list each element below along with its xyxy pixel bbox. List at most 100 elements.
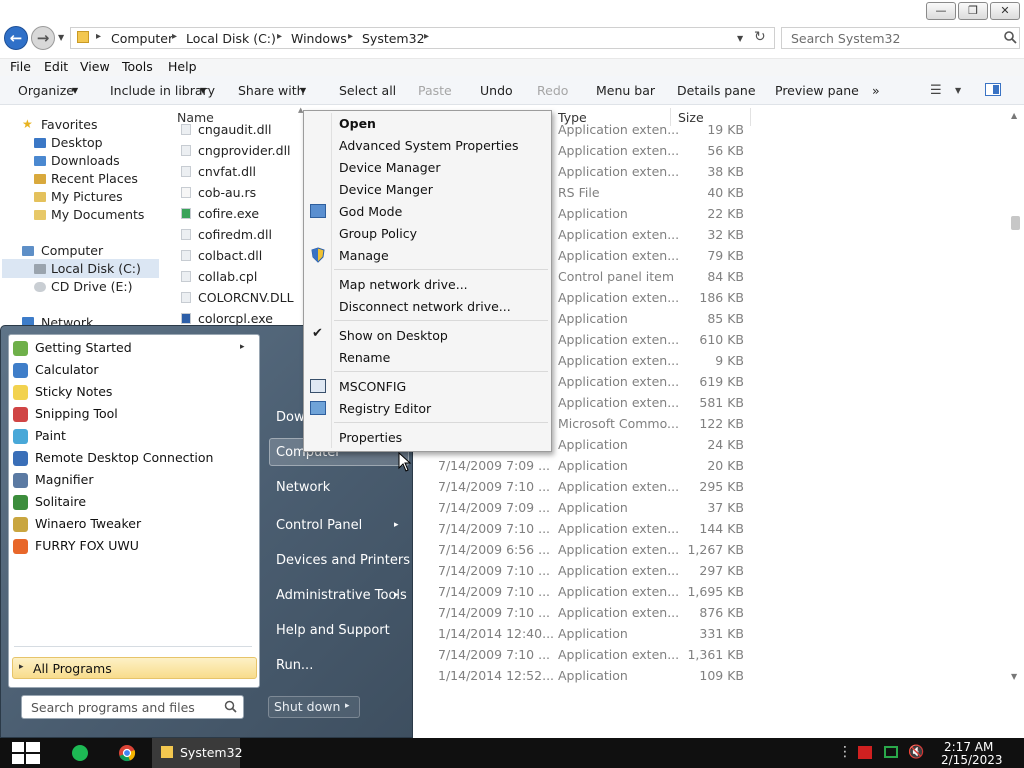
- ctx-device-manger[interactable]: Device Manger: [339, 182, 433, 197]
- pinned-program-item[interactable]: Solitaire: [35, 494, 86, 509]
- clock-date[interactable]: 2/15/2023: [941, 753, 1003, 767]
- refresh-icon[interactable]: ↻: [754, 29, 766, 45]
- ctx-map-network-drive[interactable]: Map network drive...: [339, 277, 468, 292]
- pinned-program-item[interactable]: Sticky Notes: [35, 384, 112, 399]
- ctx-manage[interactable]: Manage: [339, 248, 389, 263]
- program-icon: [13, 495, 28, 510]
- details-pane-button[interactable]: Details pane: [677, 83, 756, 98]
- file-type: Application: [558, 311, 628, 326]
- breadcrumb-computer[interactable]: Computer: [111, 31, 173, 46]
- menu-file[interactable]: File: [10, 59, 31, 74]
- ctx-advanced-system-properties[interactable]: Advanced System Properties: [339, 138, 518, 153]
- vertical-scrollbar[interactable]: [1008, 110, 1024, 685]
- ctx-group-policy[interactable]: Group Policy: [339, 226, 417, 241]
- nav-desktop[interactable]: Desktop: [51, 135, 103, 150]
- undo-button[interactable]: Undo: [480, 83, 513, 98]
- start-administrative-tools[interactable]: Administrative Tools: [276, 588, 407, 603]
- nav-favorites[interactable]: Favorites: [41, 117, 97, 132]
- ctx-show-on-desktop[interactable]: Show on Desktop: [339, 328, 448, 343]
- nav-my-pictures[interactable]: My Pictures: [51, 189, 123, 204]
- scroll-up-icon[interactable]: ▲: [1011, 111, 1017, 120]
- menu-bar-button[interactable]: Menu bar: [596, 83, 655, 98]
- nav-computer[interactable]: Computer: [41, 243, 103, 258]
- scrollbar-thumb[interactable]: [1011, 216, 1020, 230]
- chevron-down-icon: ▼: [72, 86, 79, 95]
- breadcrumb-local-disk[interactable]: Local Disk (C:): [186, 31, 276, 46]
- breadcrumb-system32[interactable]: System32: [362, 31, 425, 46]
- paste-button[interactable]: Paste: [418, 83, 452, 98]
- breadcrumb-windows[interactable]: Windows: [291, 31, 347, 46]
- pinned-program-item[interactable]: Calculator: [35, 362, 98, 377]
- file-type: Application exten...: [558, 395, 680, 410]
- menu-view[interactable]: View: [80, 59, 110, 74]
- file-icon: [181, 208, 191, 219]
- file-size: 144 KB: [699, 521, 744, 536]
- minimize-button[interactable]: —: [926, 2, 956, 20]
- file-type: Application exten...: [558, 248, 680, 263]
- god-mode-icon: [310, 204, 326, 218]
- menu-tools[interactable]: Tools: [122, 59, 153, 74]
- back-button[interactable]: ←: [4, 26, 28, 50]
- volume-muted-icon[interactable]: 🔇: [908, 745, 924, 760]
- ctx-disconnect-network-drive[interactable]: Disconnect network drive...: [339, 299, 511, 314]
- start-button-windows-icon[interactable]: [11, 740, 41, 766]
- pinned-program-item[interactable]: Winaero Tweaker: [35, 516, 141, 531]
- forward-button[interactable]: →: [31, 26, 55, 50]
- pinned-program-item[interactable]: Remote Desktop Connection: [35, 450, 213, 465]
- chevron-right-icon[interactable]: ▸: [345, 701, 350, 711]
- shutdown-label: Shut down: [274, 699, 341, 714]
- chevron-down-icon[interactable]: ▼: [955, 86, 961, 95]
- start-network[interactable]: Network: [276, 480, 330, 495]
- start-devices-printers[interactable]: Devices and Printers: [276, 553, 410, 568]
- select-all-button[interactable]: Select all: [339, 83, 396, 98]
- file-type: Application exten...: [558, 227, 680, 242]
- close-button[interactable]: ✕: [990, 2, 1020, 20]
- redo-button[interactable]: Redo: [537, 83, 568, 98]
- pinned-program-item[interactable]: Paint: [35, 428, 66, 443]
- nav-cd-drive[interactable]: CD Drive (E:): [51, 279, 133, 294]
- pinned-program-item[interactable]: Snipping Tool: [35, 406, 118, 421]
- pinned-program-item[interactable]: Getting Started: [35, 340, 132, 355]
- pinned-program-item[interactable]: FURRY FOX UWU: [35, 538, 139, 553]
- spotify-icon[interactable]: [72, 745, 88, 761]
- preview-pane-icon[interactable]: [985, 83, 1001, 96]
- view-list-icon[interactable]: ☰: [930, 83, 942, 98]
- nav-my-documents[interactable]: My Documents: [51, 207, 144, 222]
- pinned-program-item[interactable]: Magnifier: [35, 472, 93, 487]
- search-icon[interactable]: [1003, 30, 1017, 44]
- search-icon[interactable]: [224, 700, 237, 713]
- ctx-msconfig[interactable]: MSCONFIG: [339, 379, 406, 394]
- start-run[interactable]: Run...: [276, 658, 313, 673]
- program-icon: [13, 539, 28, 554]
- more-commands-button[interactable]: »: [872, 83, 880, 98]
- nav-recent-places[interactable]: Recent Places: [51, 171, 138, 186]
- clock-time[interactable]: 2:17 AM: [944, 740, 993, 754]
- recent-pages-icon[interactable]: ▼: [58, 33, 64, 42]
- share-with-button[interactable]: Share with: [238, 83, 305, 98]
- ctx-registry-editor[interactable]: Registry Editor: [339, 401, 431, 416]
- scroll-down-icon[interactable]: ▼: [1011, 672, 1017, 681]
- action-center-flag-icon[interactable]: [858, 746, 872, 759]
- start-control-panel[interactable]: Control Panel: [276, 518, 362, 533]
- file-type: Application exten...: [558, 479, 680, 494]
- ctx-god-mode[interactable]: God Mode: [339, 204, 402, 219]
- overflow-icon[interactable]: ⋮: [838, 744, 852, 760]
- chrome-icon[interactable]: [118, 744, 136, 762]
- network-tray-icon[interactable]: [884, 746, 898, 758]
- ctx-properties[interactable]: Properties: [339, 430, 402, 445]
- organize-button[interactable]: Organize: [18, 83, 74, 98]
- nav-local-disk[interactable]: Local Disk (C:): [51, 261, 141, 276]
- nav-downloads[interactable]: Downloads: [51, 153, 120, 168]
- ctx-rename[interactable]: Rename: [339, 350, 390, 365]
- file-date: 1/14/2014 12:52...: [438, 668, 555, 683]
- preview-pane-button[interactable]: Preview pane: [775, 83, 859, 98]
- address-dropdown-icon[interactable]: ▼: [737, 34, 743, 43]
- maximize-button[interactable]: ❐: [958, 2, 988, 20]
- ctx-open[interactable]: Open: [339, 116, 376, 131]
- menu-edit[interactable]: Edit: [44, 59, 68, 74]
- file-date: 7/14/2009 7:10 ...: [438, 584, 551, 599]
- ctx-device-manager[interactable]: Device Manager: [339, 160, 441, 175]
- file-type: Application exten...: [558, 143, 680, 158]
- start-help-support[interactable]: Help and Support: [276, 623, 390, 638]
- menu-help[interactable]: Help: [168, 59, 197, 74]
